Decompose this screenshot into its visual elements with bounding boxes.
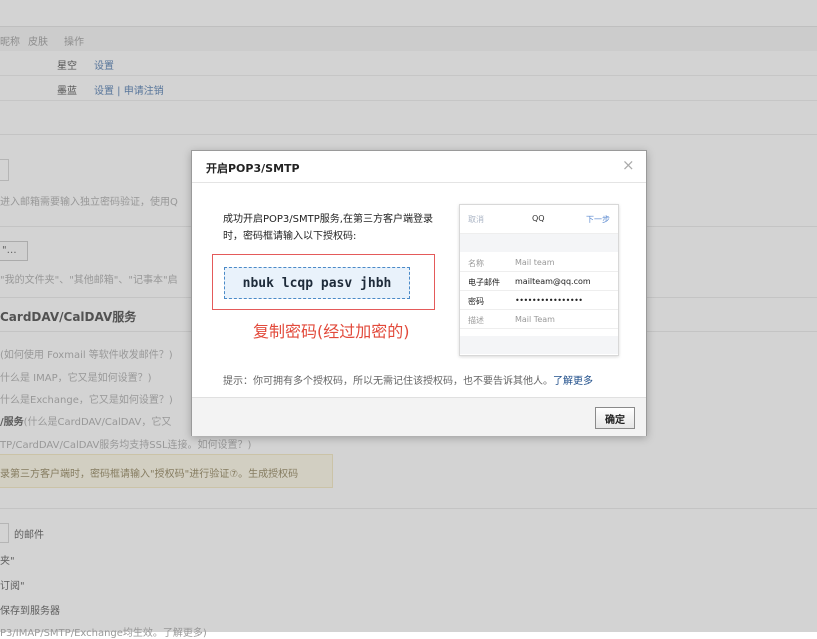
phone-next: 下一步 — [586, 215, 610, 224]
phone-gap — [460, 234, 618, 252]
dialog-divider — [192, 182, 646, 183]
field-label: 电子邮件 — [468, 278, 500, 287]
phone-field-row: 描述 Mail Team — [460, 310, 618, 329]
phone-field-row: 电子邮件 mailteam@qq.com — [460, 272, 618, 291]
field-label: 描述 — [468, 316, 484, 325]
copy-hint: 复制密码(经过加密的) — [253, 322, 410, 341]
field-label: 密码 — [468, 297, 484, 306]
field-value: Mail Team — [515, 315, 555, 324]
phone-header: 取消 QQ 下一步 — [460, 205, 618, 234]
phone-mockup: 取消 QQ 下一步 名称 Mail team 电子邮件 mailteam@qq.… — [459, 204, 619, 356]
learn-more-link[interactable]: 了解更多 — [553, 376, 593, 387]
field-label: 名称 — [468, 259, 484, 268]
field-value: mailteam@qq.com — [515, 277, 591, 286]
auth-code-box[interactable]: nbuk lcqp pasv jhbh — [224, 267, 410, 299]
field-value: •••••••••••••••• — [515, 296, 583, 305]
close-icon[interactable]: × — [622, 156, 635, 174]
pop3-smtp-dialog: 开启POP3/SMTP × 成功开启POP3/SMTP服务,在第三方客户端登录时… — [191, 150, 647, 436]
phone-cancel: 取消 — [468, 215, 484, 224]
tip-text: 提示：你可拥有多个授权码，所以无需记住该授权码，也不要告诉其他人。了解更多 — [223, 376, 593, 387]
phone-title: QQ — [532, 214, 545, 223]
phone-field-row: 名称 Mail team — [460, 253, 618, 272]
field-value: Mail team — [515, 258, 555, 267]
auth-code-frame: nbuk lcqp pasv jhbh — [212, 254, 435, 310]
dialog-message: 成功开启POP3/SMTP服务,在第三方客户端登录时，密码框请输入以下授权码: — [223, 214, 433, 242]
dialog-footer — [192, 397, 646, 436]
confirm-button[interactable]: 确定 — [595, 407, 635, 429]
auth-code[interactable]: nbuk lcqp pasv jhbh — [243, 276, 392, 291]
phone-footer — [460, 336, 618, 354]
phone-field-row: 密码 •••••••••••••••• — [460, 291, 618, 310]
dialog-title: 开启POP3/SMTP — [206, 162, 300, 175]
